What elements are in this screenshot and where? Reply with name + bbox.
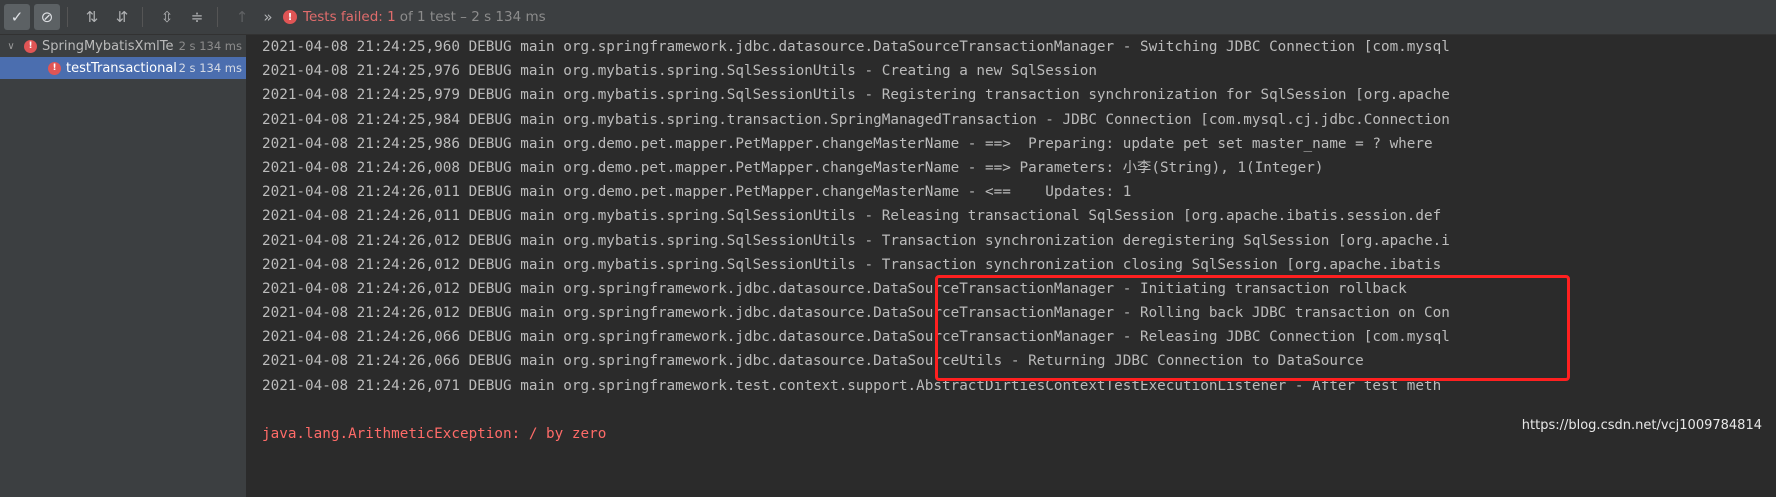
tree-item-test-method[interactable]: ! testTransactional 2 s 134 ms xyxy=(0,57,246,79)
tree-item-test-class[interactable]: ∨ ! SpringMybatisXmlTe 2 s 134 ms xyxy=(0,35,246,57)
log-line: 2021-04-08 21:24:25,976 DEBUG main org.m… xyxy=(262,63,1097,80)
sort-alpha-icon: ⇅ xyxy=(85,8,99,26)
status-summary-text: of 1 test – 2 s 134 ms xyxy=(399,9,546,25)
log-line: 2021-04-08 21:24:25,960 DEBUG main org.s… xyxy=(262,39,1450,55)
test-status: ! Tests failed: 1 of 1 test – 2 s 134 ms xyxy=(283,9,546,25)
test-tree: ∨ ! SpringMybatisXmlTe 2 s 134 ms ! test… xyxy=(0,35,247,497)
log-line: 2021-04-08 21:24:25,979 DEBUG main org.m… xyxy=(262,87,1450,104)
log-line: 2021-04-08 21:24:25,984 DEBUG main org.m… xyxy=(262,111,1450,128)
error-icon: ! xyxy=(48,61,61,75)
tree-item-name: testTransactional xyxy=(66,60,177,76)
previous-failed-button[interactable]: ↑ xyxy=(229,4,255,30)
log-line: 2021-04-08 21:24:26,008 DEBUG main org.d… xyxy=(262,159,1324,176)
log-line: 2021-04-08 21:24:26,011 DEBUG main org.m… xyxy=(262,208,1442,225)
chevron-down-icon[interactable]: ∨ xyxy=(4,41,18,52)
error-icon: ! xyxy=(24,39,37,53)
tree-item-duration: 2 s 134 ms xyxy=(178,61,242,75)
log-line: 2021-04-08 21:24:26,066 DEBUG main org.s… xyxy=(262,353,1364,370)
check-icon: ✓ xyxy=(10,8,24,26)
console-lines: 2021-04-08 21:24:25,960 DEBUG main org.s… xyxy=(262,35,1776,446)
console-output[interactable]: 2021-04-08 21:24:25,960 DEBUG main org.s… xyxy=(247,35,1776,497)
expand-all-button[interactable]: ⇳ xyxy=(154,4,180,30)
log-line: 2021-04-08 21:24:25,986 DEBUG main org.d… xyxy=(262,135,1433,152)
toolbar-divider xyxy=(217,7,218,27)
log-line: 2021-04-08 21:24:26,066 DEBUG main org.s… xyxy=(262,329,1450,346)
log-line: 2021-04-08 21:24:26,011 DEBUG main org.d… xyxy=(262,184,1132,201)
error-icon: ! xyxy=(283,10,297,24)
collapse-all-icon: ≑ xyxy=(190,8,204,26)
test-runner-window: ✓ ⊘ ⇅ ⇵ ⇳ ≑ ↑ » ! Tests failed: 1 of 1 t… xyxy=(0,0,1776,497)
log-line: 2021-04-08 21:24:26,012 DEBUG main org.s… xyxy=(262,305,1450,322)
tree-item-name: SpringMybatisXmlTe xyxy=(42,38,174,54)
log-line: 2021-04-08 21:24:26,012 DEBUG main org.s… xyxy=(262,280,1407,297)
more-actions-button[interactable]: » xyxy=(259,4,277,30)
log-line: 2021-04-08 21:24:26,012 DEBUG main org.m… xyxy=(262,256,1442,273)
log-line: 2021-04-08 21:24:26,012 DEBUG main org.m… xyxy=(262,232,1450,249)
test-runner-toolbar: ✓ ⊘ ⇅ ⇵ ⇳ ≑ ↑ » ! Tests failed: 1 of 1 t… xyxy=(0,0,1776,35)
watermark: https://blog.csdn.net/vcj1009784814 xyxy=(1521,418,1762,433)
collapse-all-button[interactable]: ≑ xyxy=(184,4,210,30)
show-ignored-button[interactable]: ⊘ xyxy=(34,4,60,30)
arrow-up-icon: ↑ xyxy=(235,8,249,26)
log-line: 2021-04-08 21:24:26,071 DEBUG main org.s… xyxy=(262,377,1442,394)
sort-duration-icon: ⇵ xyxy=(115,8,129,26)
sort-by-duration-button[interactable]: ⇵ xyxy=(109,4,135,30)
tree-item-duration: 2 s 134 ms xyxy=(178,39,242,53)
chevron-more-icon: » xyxy=(263,8,273,26)
toolbar-divider xyxy=(67,7,68,27)
expand-all-icon: ⇳ xyxy=(160,8,174,26)
cancel-circle-icon: ⊘ xyxy=(40,8,54,26)
toolbar-divider xyxy=(142,7,143,27)
sort-alphabetically-button[interactable]: ⇅ xyxy=(79,4,105,30)
status-failed-text: Tests failed: 1 xyxy=(303,9,396,25)
show-passed-button[interactable]: ✓ xyxy=(4,4,30,30)
